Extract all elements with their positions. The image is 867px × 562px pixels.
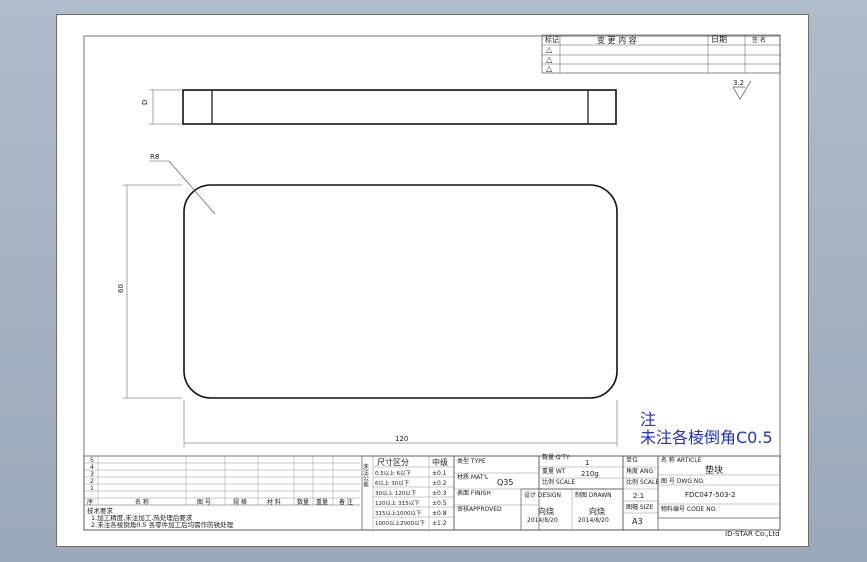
rev-row-mark: △ — [546, 45, 553, 54]
unit-label: 单位 — [626, 456, 638, 464]
drawing-canvas: 标记 变 更 内 容 日期 签 名 △ △ △ 3.2 D R8 60 120 … — [83, 34, 781, 538]
rev-header-date: 日期 — [711, 35, 727, 44]
rev-row-mark: △ — [546, 64, 553, 73]
tech-req-item: 2.未注各棱倒角0.5 各零件加工后均需作防锈处理 — [91, 520, 234, 529]
dwg-value: FDC047-503-2 — [685, 491, 736, 499]
size-label: 图幅 SIZE — [626, 503, 654, 511]
tol-header-size: 尺寸区分 — [377, 457, 409, 467]
dim-height: 60 — [117, 284, 125, 293]
col-header: 数量 — [297, 498, 309, 506]
parts-list: 5 4 3 2 1 序 名 称 图 号 规 格 材 料 数量 重量 备 注 技术… — [84, 456, 360, 529]
size-value: A3 — [632, 517, 643, 526]
signature-block: 设计 DESIGN 制图 DRAWN 向烧 向烧 2014/8/20 2014/… — [520, 488, 624, 531]
scale-column: 单位 角度 ANG 比例 SCALE 2:1 图幅 SIZE A3 — [622, 455, 659, 531]
dim-thickness: D — [141, 100, 149, 105]
material-value: Q35 — [497, 478, 513, 487]
rev-header-content: 变 更 内 容 — [597, 35, 637, 45]
tol-value: ±0.3 — [432, 490, 447, 497]
tol-range: 6以上 30以下 — [375, 479, 410, 487]
rev-header-sign: 签 名 — [752, 36, 766, 44]
tol-value: ±0.2 — [432, 480, 447, 487]
article-label: 名 称 ARTICLE — [661, 456, 702, 464]
tol-range: 120以上 315以下 — [375, 499, 420, 507]
finish-label: 表面 FINISH — [457, 489, 491, 497]
drawing-sheet: 标记 变 更 内 容 日期 签 名 △ △ △ 3.2 D R8 60 120 … — [56, 14, 809, 547]
row-number: 3 — [90, 471, 94, 478]
tol-side-label: 未注公差 — [362, 462, 369, 487]
col-header: 材 料 — [267, 498, 281, 506]
col-header: 规 格 — [233, 498, 247, 506]
article-value: 垫块 — [705, 464, 723, 476]
qty-label: 数量 Q'TY — [542, 453, 570, 461]
rev-row-mark: △ — [546, 55, 553, 64]
material-label: 材质 MAT'L — [457, 473, 489, 481]
tol-range: 0.5以上 6以下 — [375, 469, 411, 477]
revision-table: 标记 变 更 内 容 日期 签 名 △ △ △ — [541, 34, 781, 74]
viewport-background: 标记 变 更 内 容 日期 签 名 △ △ △ 3.2 D R8 60 120 … — [0, 0, 867, 562]
drawn-label: 制图 DRAWN — [575, 491, 612, 499]
roughness-symbol: 3.2 — [732, 79, 752, 100]
row-number: 4 — [90, 464, 94, 471]
type-label: 类型 TYPE — [457, 457, 486, 465]
scale-label: 比例 SCALE — [542, 478, 575, 486]
note-title: 注 — [640, 410, 656, 429]
side-view: D — [141, 89, 617, 125]
col-header: 图 号 — [197, 499, 211, 506]
col-header: 名 称 — [135, 498, 149, 506]
qty-value: 1 — [585, 459, 589, 467]
tol-range: 30以上 120以下 — [375, 489, 417, 497]
tol-value: ±0.1 — [432, 470, 447, 477]
company-name: ID-STAR Co.,Ltd — [725, 530, 780, 538]
rev-header-mark: 标记 — [545, 35, 559, 44]
angle-label: 角度 ANG — [626, 467, 654, 475]
drawn-name: 向烧 — [589, 506, 605, 516]
tol-value: ±0.8 — [432, 510, 447, 517]
row-number: 1 — [90, 485, 94, 492]
dim-radius: R8 — [150, 153, 159, 161]
col-header: 备 注 — [339, 498, 353, 506]
scale-label-col: 比例 SCALE — [626, 478, 659, 486]
approved-label: 审核APPROVED — [457, 505, 502, 513]
weight-label: 重量 WT — [542, 467, 566, 475]
tol-value: ±0.5 — [432, 500, 447, 507]
col-header: 序 — [87, 498, 93, 506]
title-block: 5 4 3 2 1 序 名 称 图 号 规 格 材 料 数量 重量 备 注 技术… — [83, 453, 781, 538]
scale-value: 2:1 — [633, 492, 644, 500]
svg-text:3.2: 3.2 — [733, 79, 744, 87]
tol-range: 1000以上2000以下 — [375, 519, 425, 527]
top-view: R8 60 120 — [117, 153, 618, 447]
dwg-label: 图 号 DWG NO. — [661, 478, 705, 485]
title-area: 名 称 ARTICLE 垫块 图 号 DWG NO. FDC047-503-2 … — [657, 455, 781, 538]
tol-range: 315以上1000以下 — [375, 509, 422, 517]
design-label: 设计 DESIGN — [524, 491, 561, 499]
tolerance-table: 尺寸区分 中级 0.5以上 6以下 ±0.1 6以上 30以下 ±0.2 30以… — [362, 455, 455, 531]
tol-value: ±1.2 — [432, 520, 447, 527]
row-number: 5 — [90, 457, 94, 464]
weight-value: 210g — [581, 470, 599, 478]
col-header: 重量 — [316, 498, 328, 506]
design-name: 向烧 — [538, 506, 554, 516]
row-number: 2 — [90, 478, 94, 485]
qty-block: 数量 Q'TY 1 重量 WT 210g 比例 SCALE — [538, 453, 624, 490]
drawn-date: 2014/8/20 — [578, 517, 609, 524]
tol-header-class: 中级 — [432, 457, 448, 467]
note-text: 未注各棱倒角C0.5 — [640, 428, 773, 447]
design-date: 2014/8/20 — [527, 517, 558, 524]
dim-width: 120 — [395, 435, 408, 443]
code-label: 物料编号 CODE NO. — [661, 505, 717, 513]
